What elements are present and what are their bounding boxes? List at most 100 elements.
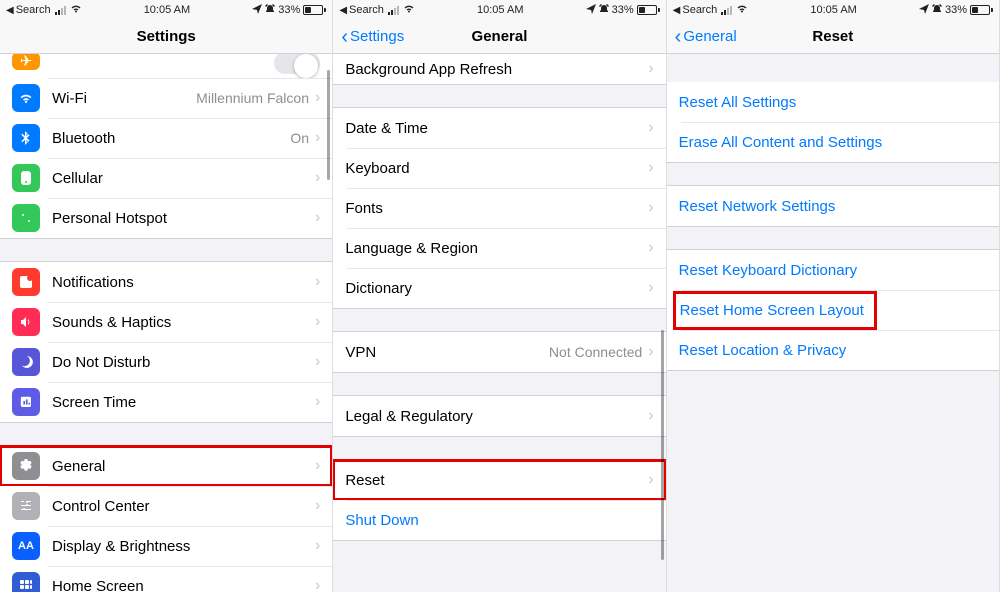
battery-icon (303, 5, 326, 15)
battery-icon (970, 5, 993, 15)
row-screentime[interactable]: Screen Time › (0, 382, 332, 422)
row-reset-network[interactable]: Reset Network Settings (667, 186, 999, 226)
chevron-right-icon: › (648, 60, 653, 78)
reset-list[interactable]: Reset All Settings Erase All Content and… (667, 54, 999, 592)
general-list[interactable]: Background App Refresh › Date & Time › K… (333, 54, 665, 592)
row-display[interactable]: AA Display & Brightness › (0, 526, 332, 566)
row-label: Reset Home Screen Layout (679, 291, 987, 330)
screentime-icon (12, 388, 40, 416)
row-label: Wi-Fi (52, 90, 196, 107)
row-language[interactable]: Language & Region › (333, 228, 665, 268)
row-label: Fonts (345, 200, 648, 217)
back-to-app-label[interactable]: Search (682, 4, 717, 16)
row-detail: Millennium Falcon (196, 90, 309, 106)
chevron-right-icon: › (315, 169, 320, 187)
back-to-app-icon[interactable]: ◀ (673, 5, 681, 16)
row-keyboard[interactable]: Keyboard › (333, 148, 665, 188)
status-time: 10:05 AM (144, 4, 190, 16)
row-label: General (52, 458, 315, 475)
location-icon (586, 4, 596, 17)
chevron-right-icon: › (648, 279, 653, 297)
row-label: Background App Refresh (345, 61, 648, 78)
row-dictionary[interactable]: Dictionary › (333, 268, 665, 308)
row-erase[interactable]: Erase All Content and Settings (667, 122, 999, 162)
row-fonts[interactable]: Fonts › (333, 188, 665, 228)
row-reset-location[interactable]: Reset Location & Privacy (667, 330, 999, 370)
chevron-right-icon: › (315, 457, 320, 475)
row-label: Erase All Content and Settings (679, 134, 987, 151)
home-screen-icon (12, 572, 40, 592)
chevron-right-icon: › (315, 537, 320, 555)
settings-list[interactable]: ✈ Wi-Fi Millennium Falcon › Bluetooth On… (0, 54, 332, 592)
row-label: Reset Location & Privacy (679, 342, 987, 359)
row-legal[interactable]: Legal & Regulatory › (333, 396, 665, 436)
row-vpn[interactable]: VPN Not Connected › (333, 332, 665, 372)
signal-icon (721, 6, 732, 15)
row-label: Shut Down (345, 512, 653, 529)
wifi-row-icon (12, 84, 40, 112)
chevron-right-icon: › (315, 577, 320, 592)
row-bg-refresh[interactable]: Background App Refresh › (333, 54, 665, 84)
signal-icon (388, 6, 399, 15)
row-label: Cellular (52, 170, 315, 187)
back-to-app-icon[interactable]: ◀ (6, 5, 14, 16)
row-control-center[interactable]: Control Center › (0, 486, 332, 526)
location-icon (919, 4, 929, 17)
chevron-right-icon: › (315, 273, 320, 291)
row-shutdown[interactable]: Shut Down (333, 500, 665, 540)
row-label: Personal Hotspot (52, 210, 315, 227)
chevron-right-icon: › (648, 119, 653, 137)
row-label: Reset (345, 472, 648, 489)
row-home-screen[interactable]: Home Screen › (0, 566, 332, 592)
row-notifications[interactable]: Notifications › (0, 262, 332, 302)
wifi-icon (403, 4, 415, 16)
sounds-icon (12, 308, 40, 336)
row-label: Dictionary (345, 280, 648, 297)
wifi-icon (70, 4, 82, 16)
alarm-icon (265, 4, 275, 17)
status-bar: ◀ Search 10:05 AM 33% (333, 0, 665, 20)
nav-bar: ‹ Settings General (333, 20, 665, 54)
row-reset-keyboard[interactable]: Reset Keyboard Dictionary (667, 250, 999, 290)
chevron-left-icon: ‹ (341, 27, 348, 47)
row-label: Screen Time (52, 394, 315, 411)
row-sounds[interactable]: Sounds & Haptics › (0, 302, 332, 342)
wifi-icon (736, 4, 748, 16)
nav-back-button[interactable]: ‹ General (675, 27, 737, 47)
back-to-app-label[interactable]: Search (349, 4, 384, 16)
row-bluetooth[interactable]: Bluetooth On › (0, 118, 332, 158)
status-time: 10:05 AM (477, 4, 523, 16)
page-title: General (472, 28, 528, 45)
row-hotspot[interactable]: Personal Hotspot › (0, 198, 332, 238)
alarm-icon (932, 4, 942, 17)
row-label: Language & Region (345, 240, 648, 257)
chevron-right-icon: › (315, 393, 320, 411)
scroll-indicator (661, 330, 664, 560)
panel-settings: ◀ Search 10:05 AM 33% Settings ✈ (0, 0, 333, 592)
chevron-left-icon: ‹ (675, 27, 682, 47)
back-to-app-label[interactable]: Search (16, 4, 51, 16)
gear-icon (12, 452, 40, 480)
row-wifi[interactable]: Wi-Fi Millennium Falcon › (0, 78, 332, 118)
chevron-right-icon: › (648, 239, 653, 257)
back-to-app-icon[interactable]: ◀ (339, 5, 347, 16)
row-dnd[interactable]: Do Not Disturb › (0, 342, 332, 382)
signal-icon (55, 6, 66, 15)
chevron-right-icon: › (648, 407, 653, 425)
airplane-toggle[interactable] (274, 54, 320, 74)
row-reset-all[interactable]: Reset All Settings (667, 82, 999, 122)
nav-back-button[interactable]: ‹ Settings (341, 27, 404, 47)
cellular-icon (12, 164, 40, 192)
row-reset-home-screen[interactable]: Reset Home Screen Layout (667, 290, 999, 330)
row-label: Notifications (52, 274, 315, 291)
row-airplane-mode[interactable]: ✈ (0, 54, 332, 78)
row-label: Display & Brightness (52, 538, 315, 555)
battery-icon (637, 5, 660, 15)
panel-reset: ◀ Search 10:05 AM 33% ‹ General Reset Re… (667, 0, 1000, 592)
row-cellular[interactable]: Cellular › (0, 158, 332, 198)
row-reset[interactable]: Reset › (333, 460, 665, 500)
location-icon (252, 4, 262, 17)
row-general[interactable]: General › (0, 446, 332, 486)
row-date-time[interactable]: Date & Time › (333, 108, 665, 148)
notifications-icon (12, 268, 40, 296)
